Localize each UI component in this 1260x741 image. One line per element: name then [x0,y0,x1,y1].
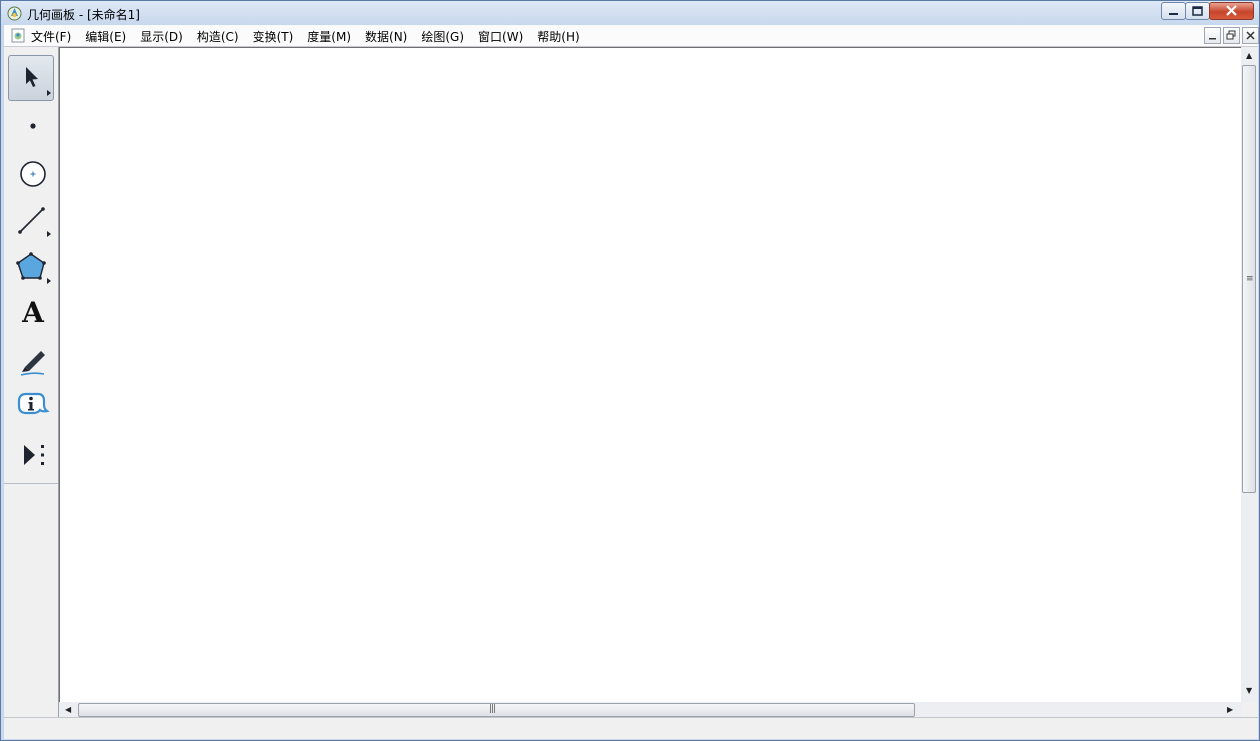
close-icon [1246,31,1255,40]
vertical-scroll-thumb[interactable]: ≡ [1242,65,1256,493]
information-tool[interactable] [8,383,54,429]
menu-construct[interactable]: 构造(C) [197,28,239,45]
window-maximize-button[interactable] [1185,2,1210,20]
point-icon [30,123,36,129]
scroll-right-arrow-icon[interactable]: ▶ [1227,706,1233,714]
menu-display[interactable]: 显示(D) [140,28,183,45]
restore-icon [1226,30,1236,40]
info-bubble-icon [17,392,50,415]
straightedge-tool[interactable] [8,195,54,241]
window-minimize-button[interactable] [1161,2,1186,20]
menu-transform[interactable]: 变换(T) [253,28,294,45]
compass-circle-icon [20,161,46,187]
scroll-left-arrow-icon[interactable]: ◀ [65,706,71,714]
document-area: A ▲ ≡ ▼ ◀ ||| ▶ [4,47,1258,718]
menu-help[interactable]: 帮助(H) [537,28,579,45]
maximize-icon [1192,6,1203,16]
window-close-button[interactable] [1209,2,1254,20]
grip-icon: ≡ [1246,274,1253,284]
sketch-canvas[interactable] [59,47,1241,702]
status-bar [4,717,1258,739]
toolbox-divider [4,483,58,484]
polygon-tool[interactable] [8,242,54,288]
horizontal-scroll-thumb[interactable]: ||| [78,703,915,717]
menu-measure[interactable]: 度量(M) [307,28,351,45]
horizontal-scrollbar[interactable]: ◀ ||| ▶ [59,702,1241,718]
app-logo-icon [7,6,22,21]
minimize-icon [1169,13,1178,15]
menu-window[interactable]: 窗口(W) [478,28,523,45]
scroll-up-arrow-icon[interactable]: ▲ [1246,52,1252,60]
title-bar[interactable]: 几何画板 - [未命名1] [1,1,1259,26]
line-segment-icon [18,207,51,237]
close-icon [1226,5,1237,16]
marker-tool[interactable] [8,336,54,382]
scroll-down-arrow-icon[interactable]: ▼ [1246,687,1252,695]
menu-edit[interactable]: 编辑(E) [85,28,126,45]
arrow-cursor-icon [26,67,51,96]
polygon-pentagon-icon [16,252,51,284]
document-restore-button[interactable] [1223,27,1240,44]
scrollbar-corner [1241,702,1258,718]
app-window: 几何画板 - [未命名1] 文件(F) 编辑(E) 显示(D) 构造(C) 变换… [0,0,1260,741]
text-tool-glyph: A [22,295,44,329]
menu-bar: 文件(F) 编辑(E) 显示(D) 构造(C) 变换(T) 度量(M) 数据(N… [4,25,1259,47]
grip-icon: ||| [489,704,496,714]
minimize-icon [1209,38,1216,40]
document-close-button[interactable] [1242,27,1259,44]
document-icon[interactable] [11,28,25,43]
toolbox: A [4,47,59,717]
play-more-icon [24,445,44,465]
text-tool[interactable]: A [8,289,54,335]
window-title: 几何画板 - [未命名1] [27,8,140,22]
custom-tools[interactable] [8,430,54,476]
compass-tool[interactable] [8,148,54,194]
menu-graph[interactable]: 绘图(G) [421,28,464,45]
point-tool[interactable] [8,101,54,147]
document-minimize-button[interactable] [1204,27,1221,44]
menu-file[interactable]: 文件(F) [31,28,71,45]
marker-pen-icon [20,351,45,376]
vertical-scrollbar[interactable]: ▲ ≡ ▼ [1241,47,1258,702]
arrow-select-tool[interactable] [8,55,54,101]
menu-data[interactable]: 数据(N) [365,28,407,45]
